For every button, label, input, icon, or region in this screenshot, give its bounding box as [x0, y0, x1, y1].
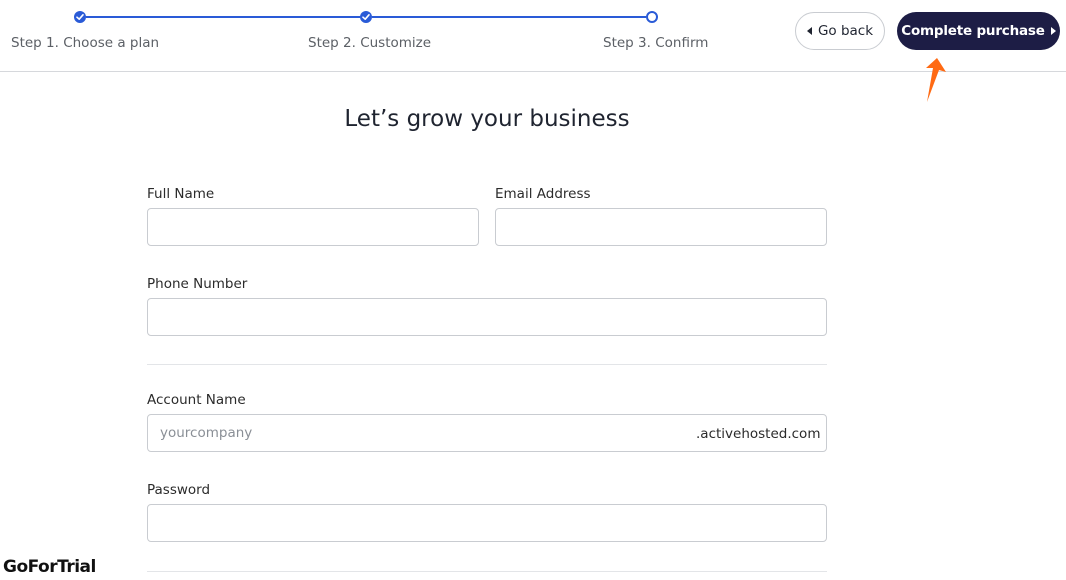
account-domain-suffix: .activehosted.com: [696, 426, 821, 442]
stepper-line: [372, 16, 646, 18]
step-3-label: Step 3. Confirm: [603, 35, 709, 51]
orange-arrow-icon: [926, 58, 946, 102]
account-name-label: Account Name: [147, 392, 246, 408]
email-label: Email Address: [495, 186, 591, 202]
section-divider: [147, 571, 827, 572]
complete-purchase-label: Complete purchase: [901, 23, 1045, 39]
password-field[interactable]: [147, 504, 827, 542]
go-back-label: Go back: [817, 23, 874, 39]
full-name-label: Full Name: [147, 186, 215, 202]
password-label: Password: [147, 482, 211, 498]
section-divider: [147, 364, 827, 365]
step-1-check-icon: [74, 11, 86, 23]
caret-left-icon: [806, 27, 812, 35]
full-name-field[interactable]: [147, 208, 479, 246]
phone-label: Phone Number: [147, 276, 248, 292]
checkout-header: Step 1. Choose a plan Step 2. Customize …: [0, 0, 1066, 72]
caret-right-icon: [1050, 27, 1056, 35]
step-2-check-icon: [360, 11, 372, 23]
go-back-button[interactable]: Go back: [795, 12, 885, 50]
page-title: Let’s grow your business: [344, 106, 630, 132]
phone-field[interactable]: [147, 298, 827, 336]
complete-purchase-button[interactable]: Complete purchase: [897, 12, 1060, 50]
email-field[interactable]: [495, 208, 827, 246]
step-2-label: Step 2. Customize: [308, 35, 432, 51]
stepper-line: [86, 16, 360, 18]
step-1-label: Step 1. Choose a plan: [11, 35, 160, 51]
step-3-current-icon: [646, 11, 658, 23]
watermark-logo: GoForTrial: [3, 557, 96, 577]
